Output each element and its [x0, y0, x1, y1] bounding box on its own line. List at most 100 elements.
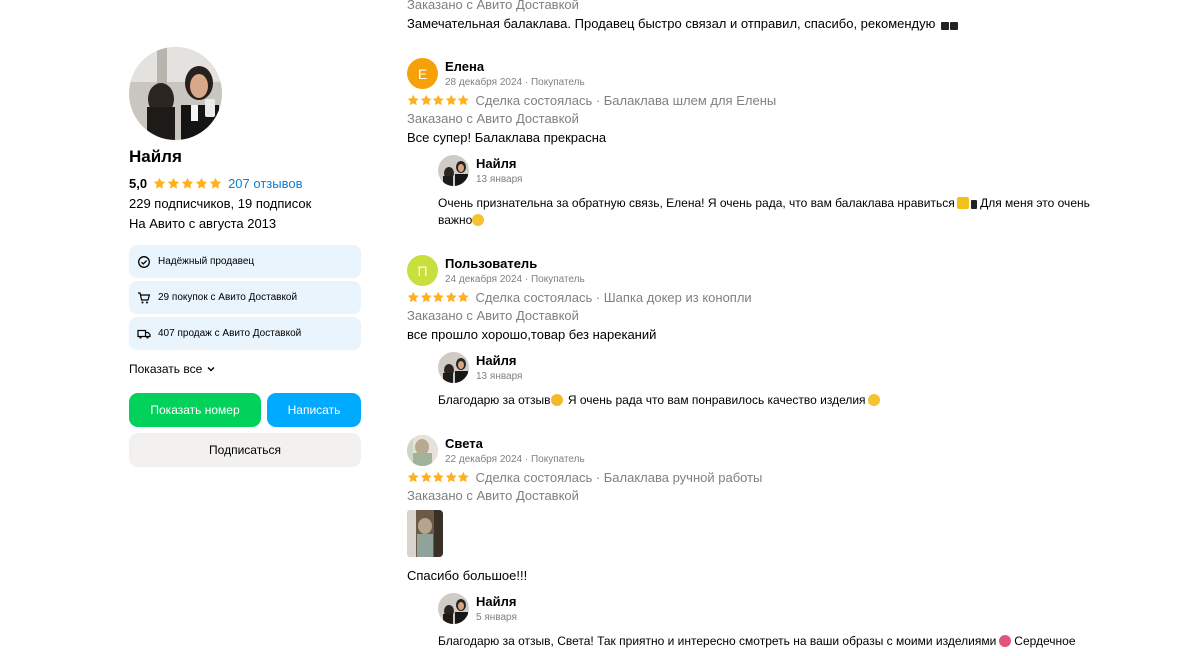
review-date: 24 декабря 2024 · Покупатель [445, 273, 585, 285]
subscribe-button[interactable]: Подписаться [129, 433, 361, 467]
star-icon [407, 471, 419, 482]
star-icon [457, 94, 469, 105]
seller-reply: Найля 13 января Очень признательна за об… [438, 155, 1127, 229]
star-icon [407, 94, 419, 105]
star-icon [420, 94, 432, 105]
badge-label: 407 продаж с Авито Доставкой [158, 328, 302, 339]
review-deal: Сделка состоялась · Балаклава шлем для Е… [407, 92, 1127, 108]
star-icon [457, 291, 469, 302]
star-icon [457, 471, 469, 482]
reply-date: 13 января [476, 370, 523, 382]
delivery-note: Заказано с Авито Доставкой [407, 0, 579, 12]
star-icon [445, 471, 457, 482]
review-deal: Сделка состоялась · Шапка докер из коноп… [407, 289, 1127, 305]
emoji-icon [970, 200, 977, 209]
review-text: Все супер! Балаклава прекрасна [407, 130, 607, 145]
show-phone-button[interactable]: Показать номер [129, 393, 261, 427]
review-text: все прошло хорошо,товар без нареканий [407, 327, 657, 342]
seller-name: Найля [129, 147, 182, 166]
write-message-button[interactable]: Написать [267, 393, 361, 427]
reply-author: Найля [476, 155, 517, 171]
seller-avatar[interactable] [129, 47, 222, 140]
reply-author: Найля [476, 352, 517, 368]
review-date: 28 декабря 2024 · Покупатель [445, 76, 585, 88]
cart-icon [137, 291, 151, 305]
deal-info[interactable]: Сделка состоялась · Балаклава ручной раб… [476, 470, 763, 485]
chevron-down-icon [207, 367, 215, 372]
badge-sales: 407 продаж с Авито Доставкой [129, 317, 361, 350]
star-icon [420, 471, 432, 482]
seller-reply-avatar [438, 593, 469, 624]
star-icon [420, 291, 432, 302]
hug-emoji-icon [550, 394, 563, 406]
smile-emoji-icon [472, 214, 485, 226]
seller-reply-avatar [438, 352, 469, 383]
review-date: 22 декабря 2024 · Покупатель [445, 453, 585, 465]
star-icon [181, 177, 194, 189]
seller-reply-avatar [438, 155, 469, 186]
reviewer-name[interactable]: Пользователь [445, 256, 585, 272]
contact-buttons: Показать номер Написать [129, 393, 361, 427]
flower-emoji-icon [999, 635, 1012, 647]
delivery-note: Заказано с Авито Доставкой [407, 308, 579, 323]
star-icon [153, 177, 166, 189]
review-item: Света 22 декабря 2024 · Покупатель Сделк… [407, 435, 1127, 650]
seller-reply: Найля 13 января Благодарю за отзыв Я оче… [438, 352, 1127, 409]
reply-author: Найля [476, 593, 517, 609]
delivery-note: Заказано с Авито Доставкой [407, 488, 579, 503]
star-icon [167, 177, 180, 189]
review-stars [407, 94, 470, 107]
reply-text: Очень признательна за обратную связь, Ел… [438, 196, 1090, 227]
check-circle-icon [137, 255, 151, 269]
star-icon [195, 177, 208, 189]
rating-stars [153, 177, 222, 190]
sparkle-emoji-icon [956, 197, 969, 209]
review-item: П Пользователь 24 декабря 2024 · Покупат… [407, 255, 1127, 409]
emoji-icon [941, 22, 950, 30]
badge-label: Надёжный продавец [158, 256, 255, 267]
badge-reliable-seller: Надёжный продавец [129, 245, 361, 278]
star-icon [445, 291, 457, 302]
star-icon [445, 94, 457, 105]
review-photo[interactable] [407, 510, 443, 557]
seller-badges: Надёжный продавец 29 покупок с Авито Дос… [129, 245, 361, 350]
seller-rating: 5,0 207 отзывов [129, 174, 361, 192]
reviewer-avatar[interactable]: П [407, 255, 438, 286]
reviewer-avatar[interactable] [407, 435, 438, 466]
review-partial: Заказано с Авито Доставкой Замечательная… [407, 0, 959, 32]
star-icon [432, 291, 444, 302]
review-stars [407, 471, 470, 484]
show-all-button[interactable]: Показать все [129, 361, 361, 377]
show-all-label: Показать все [129, 362, 203, 376]
deal-info[interactable]: Сделка состоялась · Шапка докер из коноп… [476, 290, 752, 305]
badge-purchases: 29 покупок с Авито Доставкой [129, 281, 361, 314]
reply-date: 13 января [476, 173, 523, 185]
seller-reply: Найля 5 января Благодарю за отзыв, Света… [438, 593, 1127, 650]
truck-icon [137, 327, 151, 341]
delivery-note: Заказано с Авито Доставкой [407, 111, 579, 126]
reviewer-name[interactable]: Елена [445, 59, 585, 75]
smile-emoji-icon [867, 394, 880, 406]
badge-label: 29 покупок с Авито Доставкой [158, 292, 298, 303]
review-stars [407, 291, 470, 304]
review-item: Е Елена 28 декабря 2024 · Покупатель Сде… [407, 58, 1127, 229]
reply-date: 5 января [476, 611, 517, 623]
star-icon [209, 177, 222, 189]
review-text: Спасибо большое!!! [407, 568, 528, 583]
reply-text: Благодарю за отзыв Я очень рада что вам … [438, 392, 1118, 409]
review-deal: Сделка состоялась · Балаклава ручной раб… [407, 469, 1127, 485]
star-icon [432, 471, 444, 482]
reviewer-name[interactable]: Света [445, 436, 585, 452]
reviews-count-link[interactable]: 207 отзывов [228, 176, 302, 191]
reply-text: Благодарю за отзыв, Света! Так приятно и… [438, 634, 1076, 648]
member-since: На Авито с августа 2013 [129, 216, 277, 231]
star-icon [407, 291, 419, 302]
deal-info[interactable]: Сделка состоялась · Балаклава шлем для Е… [476, 93, 777, 108]
star-icon [432, 94, 444, 105]
reviewer-avatar[interactable]: Е [407, 58, 438, 89]
followers-info[interactable]: 229 подписчиков, 19 подписок [129, 196, 361, 212]
rating-value: 5,0 [129, 175, 148, 191]
seller-profile: Найля 5,0 207 отзывов 229 подписчиков, 1… [129, 47, 361, 467]
emoji-icon [950, 22, 959, 30]
review-text: Замечательная балаклава. Продавец быстро… [407, 16, 959, 32]
